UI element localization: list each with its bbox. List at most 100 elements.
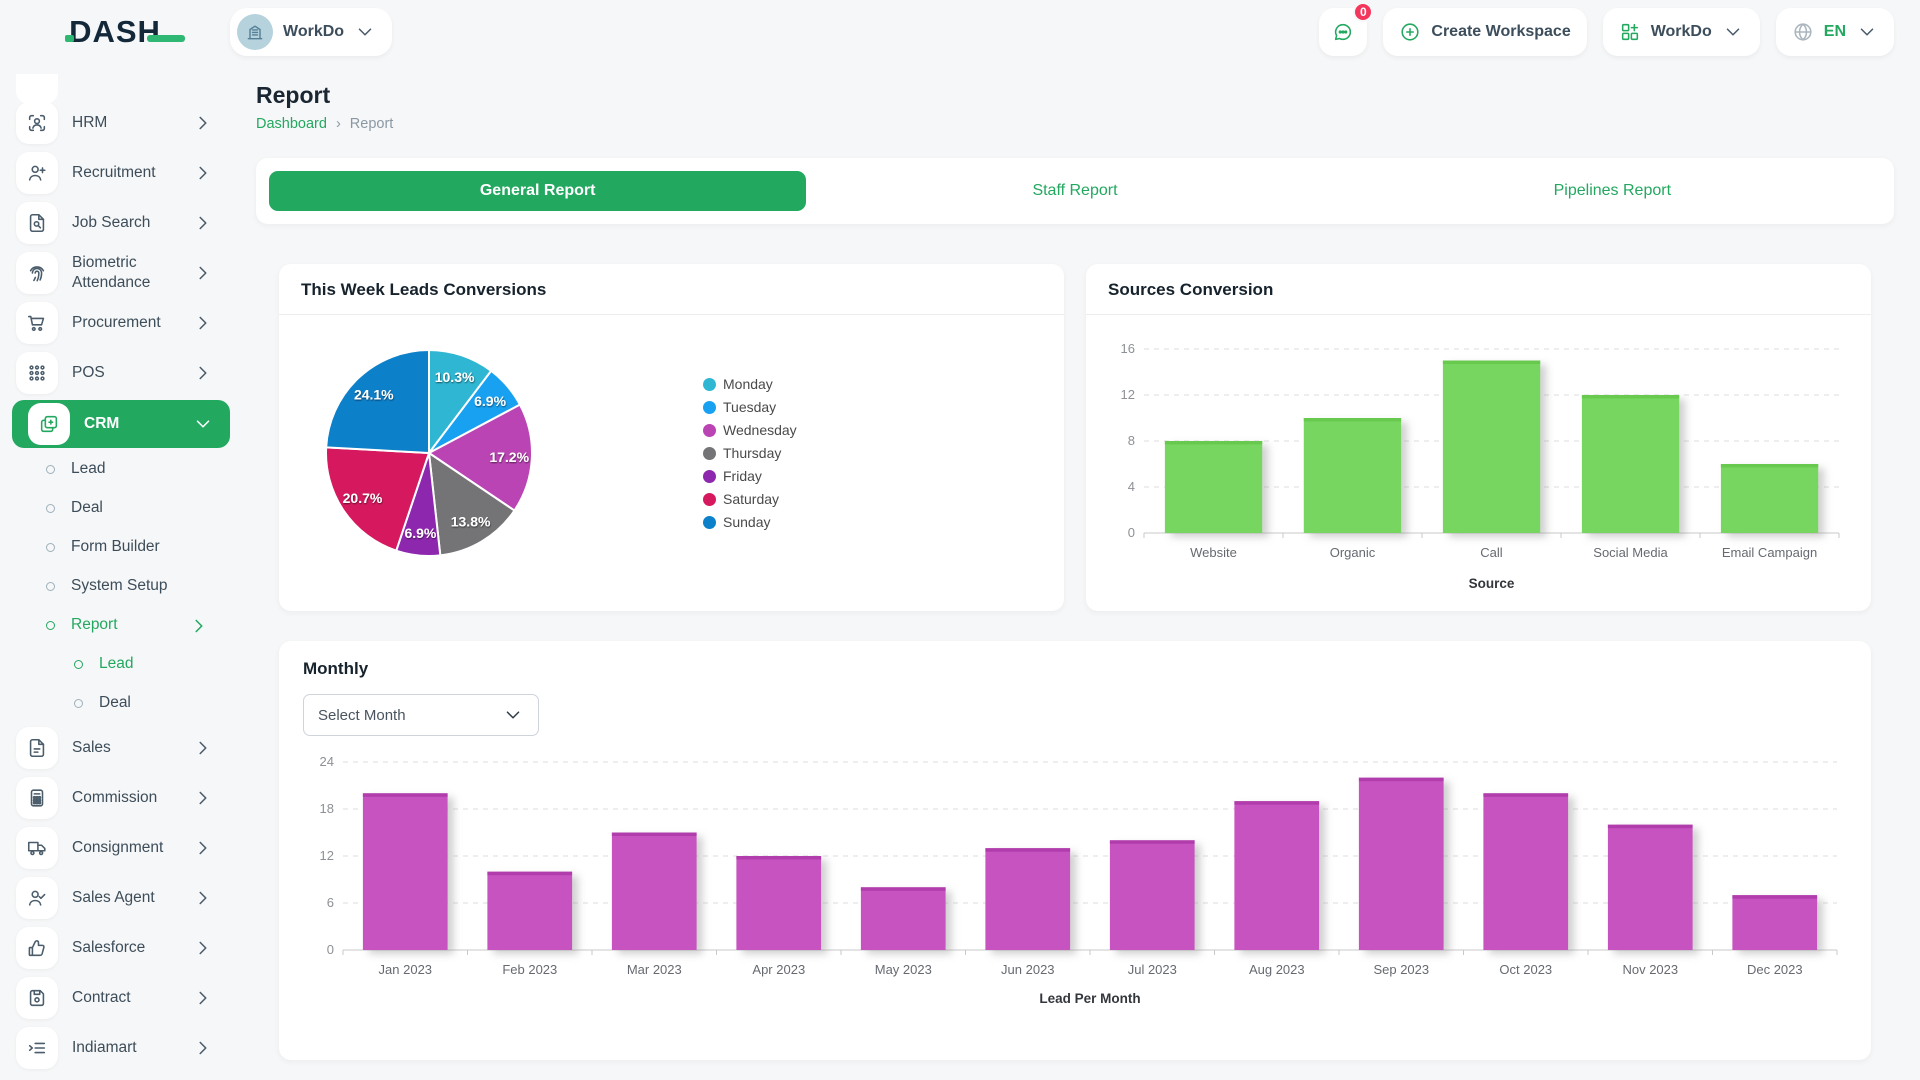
language-label: EN: [1824, 23, 1846, 41]
chevron-right-icon: [192, 162, 214, 184]
apps-switcher-button[interactable]: WorkDo: [1603, 8, 1760, 56]
chevron-right-icon: [192, 987, 214, 1009]
globe-icon: [1792, 21, 1814, 43]
document-search-icon: [16, 202, 58, 244]
person-check-icon: [16, 877, 58, 919]
chevron-right-icon: [192, 787, 214, 809]
sources-bar-chart: 0481216WebsiteOrganicCallSocial MediaEma…: [1110, 333, 1847, 595]
legend-dot-icon: [703, 424, 716, 437]
sidebar-item-form-builder[interactable]: Form Builder: [0, 528, 230, 567]
workspace-avatar: [237, 14, 273, 50]
sidebar-item-recruitment[interactable]: Recruitment: [0, 148, 230, 198]
svg-text:24: 24: [320, 754, 334, 769]
circle-icon: [74, 699, 83, 708]
messages-badge: 0: [1353, 2, 1373, 22]
sidebar-item-indiamart[interactable]: Indiamart: [0, 1023, 230, 1073]
svg-text:Apr 2023: Apr 2023: [752, 962, 805, 977]
floppy-icon: [16, 977, 58, 1019]
sidebar-item-crm[interactable]: CRM: [12, 400, 230, 448]
clipped-icon-tile: [16, 74, 58, 104]
sidebar-item-job-search[interactable]: Job Search: [0, 198, 230, 248]
svg-text:Organic: Organic: [1330, 545, 1376, 560]
svg-text:Social Media: Social Media: [1593, 545, 1668, 560]
svg-text:8: 8: [1128, 433, 1135, 448]
chevron-right-icon: [192, 1037, 214, 1059]
chevron-right-icon: [192, 737, 214, 759]
chevron-right-icon: [192, 312, 214, 334]
sidebar-item-sales[interactable]: Sales: [0, 723, 230, 773]
create-workspace-button[interactable]: Create Workspace: [1383, 8, 1586, 56]
legend-dot-icon: [703, 401, 716, 414]
breadcrumb: Dashboard › Report: [256, 116, 1894, 132]
sidebar-item-report-lead[interactable]: Lead: [0, 645, 230, 684]
language-selector[interactable]: EN: [1776, 8, 1894, 56]
plus-circle-icon: [1399, 21, 1421, 43]
legend-item: Wednesday: [703, 422, 797, 438]
sidebar-item-salesforce[interactable]: Salesforce: [0, 923, 230, 973]
legend-item: Monday: [703, 376, 797, 392]
chevron-right-icon: [192, 262, 214, 284]
svg-text:Dec 2023: Dec 2023: [1747, 962, 1803, 977]
monthly-title: Monthly: [303, 659, 1847, 679]
tab-pipelines-report[interactable]: Pipelines Report: [1344, 171, 1881, 211]
leads-pie-body: 10.3%6.9%17.2%13.8%6.9%20.7%24.1% Monday…: [279, 315, 1064, 569]
legend-label: Monday: [723, 376, 773, 392]
chevron-down-icon: [1856, 21, 1878, 43]
sidebar-item-pos[interactable]: POS: [0, 348, 230, 398]
sidebar-item-report-deal[interactable]: Deal: [0, 684, 230, 723]
workspace-selector[interactable]: WorkDo: [230, 8, 392, 56]
legend-item: Tuesday: [703, 399, 797, 415]
sidebar-item-report[interactable]: Report: [0, 606, 230, 645]
sidebar-item-contract[interactable]: Contract: [0, 973, 230, 1023]
circle-icon: [46, 504, 55, 513]
breadcrumb-dashboard-link[interactable]: Dashboard: [256, 116, 327, 132]
legend-label: Saturday: [723, 491, 779, 507]
tab-staff-report[interactable]: Staff Report: [806, 171, 1343, 211]
svg-text:Source: Source: [1469, 576, 1515, 591]
legend-item: Sunday: [703, 514, 797, 530]
sidebar-item-hrm[interactable]: HRM: [0, 98, 230, 148]
dash-logo[interactable]: DASH: [69, 14, 161, 50]
legend-item: Friday: [703, 468, 797, 484]
sidebar-item-clipped[interactable]: [0, 64, 230, 98]
messages-button[interactable]: 0: [1319, 8, 1367, 56]
sidebar: HRM Recruitment Job Search Biometric Att…: [0, 64, 230, 1080]
topbar: DASH WorkDo 0 Create Workspace WorkDo EN: [0, 0, 1920, 64]
monthly-card: Monthly Select Month 06121824Jan 2023Feb…: [279, 641, 1871, 1060]
svg-text:Mar 2023: Mar 2023: [627, 962, 682, 977]
sidebar-item-crm-lead[interactable]: Lead: [0, 450, 230, 489]
sidebar-item-crm-deal[interactable]: Deal: [0, 489, 230, 528]
svg-text:Feb 2023: Feb 2023: [502, 962, 557, 977]
grid-plus-icon: [1619, 21, 1641, 43]
sidebar-item-procurement[interactable]: Procurement: [0, 298, 230, 348]
sidebar-item-biometric-attendance[interactable]: Biometric Attendance: [0, 248, 230, 298]
svg-text:Nov 2023: Nov 2023: [1622, 962, 1678, 977]
calculator-icon: [16, 777, 58, 819]
legend-label: Wednesday: [723, 422, 797, 438]
pie-legend: MondayTuesdayWednesdayThursdayFridaySatu…: [703, 376, 797, 530]
sidebar-item-consignment[interactable]: Consignment: [0, 823, 230, 873]
apps-label: WorkDo: [1651, 23, 1712, 41]
leads-conversions-card: This Week Leads Conversions 10.3%6.9%17.…: [279, 264, 1064, 611]
thumbs-up-icon: [16, 927, 58, 969]
svg-text:May 2023: May 2023: [875, 962, 932, 977]
logo-text: DASH: [69, 14, 161, 49]
tab-general-report[interactable]: General Report: [269, 171, 806, 211]
sidebar-item-sales-agent[interactable]: Sales Agent: [0, 873, 230, 923]
svg-text:Email Campaign: Email Campaign: [1722, 545, 1817, 560]
building-icon: [245, 22, 265, 42]
circle-icon: [74, 660, 83, 669]
sidebar-item-system-setup[interactable]: System Setup: [0, 567, 230, 606]
leads-conversions-title: This Week Leads Conversions: [279, 264, 1064, 315]
chevron-down-icon: [1722, 21, 1744, 43]
circle-icon: [46, 582, 55, 591]
sidebar-item-commission[interactable]: Commission: [0, 773, 230, 823]
legend-label: Tuesday: [723, 399, 776, 415]
select-month-dropdown[interactable]: Select Month: [303, 694, 539, 736]
fingerprint-icon: [16, 252, 58, 294]
legend-item: Saturday: [703, 491, 797, 507]
cart-icon: [16, 302, 58, 344]
svg-text:6: 6: [327, 895, 334, 910]
svg-text:Lead Per Month: Lead Per Month: [1039, 991, 1140, 1006]
svg-text:6.9%: 6.9%: [474, 393, 506, 409]
